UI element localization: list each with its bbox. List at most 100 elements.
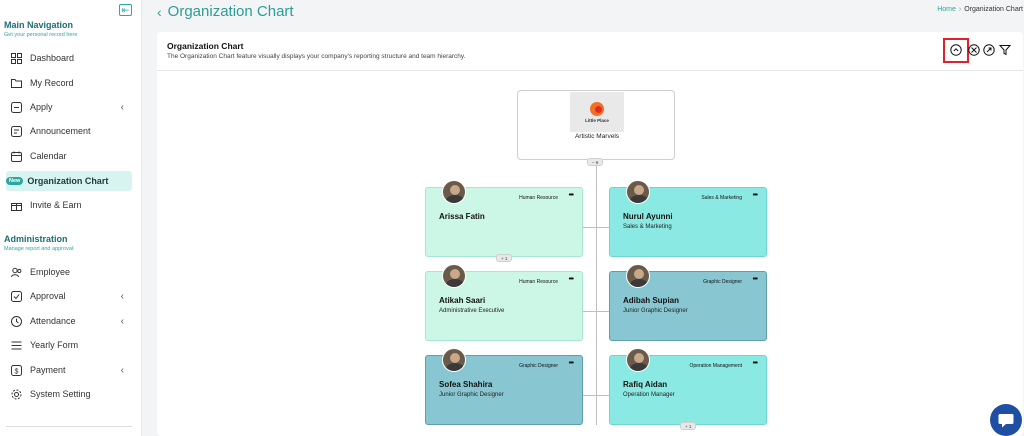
more-options-icon[interactable]: ••• [753, 360, 758, 367]
breadcrumb-home-link[interactable]: Home [937, 6, 956, 13]
employee-card-arissa-fatin[interactable]: Human Resource ••• Arissa Fatin [425, 180, 583, 257]
connector-row-1 [583, 227, 609, 228]
more-options-icon[interactable]: ••• [753, 192, 758, 199]
employee-card-nurul-ayunni[interactable]: Sales & Marketing ••• Nurul Ayunni Sales… [609, 180, 767, 257]
avatar [626, 348, 650, 372]
filter-icon[interactable] [999, 44, 1011, 56]
breadcrumb-current: Organization Chart [964, 6, 1023, 13]
breadcrumb-separator-icon: › [958, 6, 962, 13]
avatar [626, 180, 650, 204]
employee-department: Graphic Designer [519, 363, 558, 369]
company-name: Artistic Marvels [574, 133, 620, 140]
sidebar-item-label: Dashboard [30, 53, 75, 63]
card-description: The Organization Chart feature visually … [167, 53, 466, 60]
page-title-text: Organization Chart [167, 3, 294, 20]
sidebar: ⇤ Main Navigation Get your personal reco… [0, 0, 142, 436]
chevron-left-icon: ‹ [120, 315, 124, 327]
form-icon [10, 339, 22, 351]
employee-card-sofea-shahira[interactable]: Graphic Designer ••• Sofea Shahira Junio… [425, 348, 583, 425]
expand-children-toggle[interactable]: + 1 [680, 422, 697, 430]
connector-row-2 [583, 311, 609, 312]
users-icon [10, 266, 22, 278]
sidebar-item-label: Attendance [30, 316, 76, 326]
sidebar-item-yearly-form[interactable]: Yearly Form [6, 335, 132, 355]
connector-trunk [596, 166, 597, 425]
main-navigation-title: Main Navigation [4, 20, 74, 30]
employee-card-rafiq-aidan[interactable]: Operation Management ••• Rafiq Aidan Ope… [609, 348, 767, 425]
employee-name: Adibah Supian [623, 296, 679, 305]
more-options-icon[interactable]: ••• [753, 276, 758, 283]
card-header: Organization Chart The Organization Char… [157, 32, 1023, 71]
more-options-icon[interactable]: ••• [569, 360, 574, 367]
sidebar-item-label: My Record [30, 78, 74, 88]
sidebar-item-label: Organization Chart [27, 176, 109, 186]
more-options-icon[interactable]: ••• [569, 276, 574, 283]
clock-icon [10, 315, 22, 327]
more-options-icon[interactable]: ••• [569, 192, 574, 199]
sidebar-item-invite-earn[interactable]: Invite & Earn [6, 195, 132, 215]
card-title: Organization Chart [167, 41, 244, 51]
approval-icon [10, 290, 22, 302]
sidebar-item-payment[interactable]: $ Payment ‹ [6, 360, 132, 380]
sidebar-item-system-setting[interactable]: System Setting [6, 384, 132, 404]
logo-mark-icon [590, 101, 604, 116]
back-chevron-icon[interactable]: ‹ [157, 4, 162, 20]
sidebar-item-employee[interactable]: Employee [6, 262, 132, 282]
employee-role: Administrative Executive [439, 308, 505, 314]
sidebar-divider [6, 426, 132, 427]
employee-card-atikah-saari[interactable]: Human Resource ••• Atikah Saari Administ… [425, 264, 583, 341]
employee-role: Operation Manager [623, 392, 675, 398]
calendar-icon [10, 150, 22, 162]
fit-screen-icon[interactable] [968, 44, 980, 56]
chevron-left-icon: ‹ [120, 364, 124, 376]
sidebar-item-apply[interactable]: Apply ‹ [6, 97, 132, 117]
sidebar-item-label: Calendar [30, 151, 67, 161]
folder-icon [10, 77, 22, 89]
sidebar-item-attendance[interactable]: Attendance ‹ [6, 311, 132, 331]
org-root-node[interactable]: Little Place Artistic Marvels [517, 90, 675, 160]
employee-role: Sales & Marketing [623, 224, 672, 230]
gear-icon [10, 388, 22, 400]
avatar [442, 348, 466, 372]
sidebar-item-announcement[interactable]: Announcement [6, 121, 132, 141]
employee-name: Nurul Ayunni [623, 212, 673, 221]
administration-title: Administration [4, 234, 68, 244]
sidebar-item-organization-chart[interactable]: New Organization Chart [6, 171, 132, 191]
administration-subtitle: Manage report and approval [4, 246, 74, 252]
gift-icon [10, 199, 22, 211]
expand-children-toggle[interactable]: + 1 [496, 254, 513, 262]
employee-name: Atikah Saari [439, 296, 486, 305]
employee-department: Human Resource [519, 279, 558, 285]
sidebar-item-dashboard[interactable]: Dashboard [6, 48, 132, 68]
collapse-all-icon[interactable] [950, 44, 962, 56]
employee-name: Rafiq Aidan [623, 380, 668, 389]
employee-card-adibah-supian[interactable]: Graphic Designer ••• Adibah Supian Junio… [609, 264, 767, 341]
sidebar-item-my-record[interactable]: My Record [6, 73, 132, 93]
connector-row-3 [583, 395, 609, 396]
employee-department: Operation Management [689, 363, 742, 369]
employee-role: Junior Graphic Designer [623, 308, 688, 314]
sidebar-item-label: Yearly Form [30, 340, 79, 350]
org-chart-card: Organization Chart The Organization Char… [157, 32, 1023, 436]
expand-icon[interactable] [983, 44, 995, 56]
root-collapse-toggle[interactable]: − 6 [587, 158, 604, 166]
svg-text:$: $ [14, 368, 18, 375]
chevron-left-icon: ‹ [120, 101, 124, 113]
employee-department: Sales & Marketing [701, 195, 742, 201]
sidebar-item-label: Announcement [30, 126, 91, 136]
employee-name: Sofea Shahira [439, 380, 493, 389]
sidebar-item-approval[interactable]: Approval ‹ [6, 286, 132, 306]
chat-icon[interactable] [990, 404, 1022, 436]
breadcrumb: Home › Organization Chart [937, 6, 1023, 13]
sidebar-item-calendar[interactable]: Calendar [6, 146, 132, 166]
payment-icon: $ [10, 364, 22, 376]
employee-role: Junior Graphic Designer [439, 392, 504, 398]
collapse-sidebar-icon[interactable]: ⇤ [119, 4, 132, 16]
chevron-left-icon: ‹ [120, 290, 124, 302]
sidebar-item-label: System Setting [30, 389, 91, 399]
logo-brand-text: Little Place [585, 117, 609, 123]
employee-name: Arissa Fatin [439, 212, 485, 221]
sidebar-item-label: Employee [30, 267, 71, 277]
sidebar-item-label: Apply [30, 102, 53, 112]
announcement-icon [10, 125, 22, 137]
